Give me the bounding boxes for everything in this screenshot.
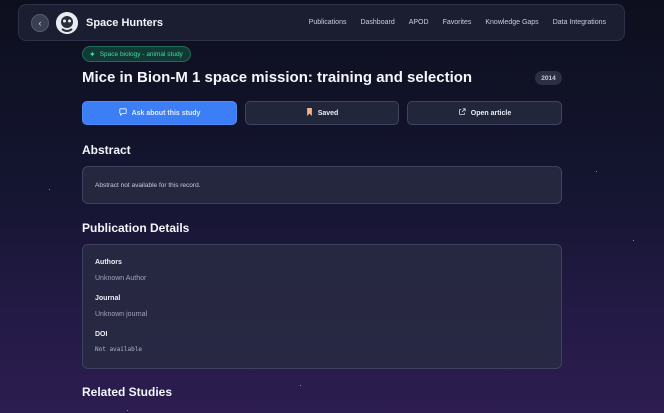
authors-label: Authors	[95, 259, 122, 266]
star	[596, 171, 597, 172]
journal-label: Journal	[95, 295, 121, 302]
bookmark-icon	[306, 108, 313, 118]
nav-link-dashboard[interactable]: Dashboard	[360, 19, 394, 26]
doi-label: DOI	[95, 331, 108, 338]
star	[49, 189, 50, 190]
saved-button-label: Saved	[317, 109, 339, 117]
star	[300, 385, 301, 386]
ask-button-label: Ask about this study	[131, 109, 201, 117]
abstract-text: Abstract not available for this record.	[95, 182, 201, 189]
category-tag: ✦ Space biology - animal study	[82, 46, 191, 62]
nav-link-data-integrations[interactable]: Data Integrations	[553, 19, 606, 26]
nav-link-publications[interactable]: Publications	[309, 19, 347, 26]
sparkle-icon: ✦	[89, 49, 96, 59]
year-badge: 2014	[535, 71, 562, 85]
brand-logo[interactable]	[56, 12, 78, 34]
nav-link-apod[interactable]: APOD	[409, 19, 429, 26]
nav-links: Publications Dashboard APOD Favorites Kn…	[295, 19, 606, 26]
abstract-heading: Abstract	[82, 143, 131, 157]
top-navbar: ‹ Space Hunters Publications Dashboard A…	[18, 4, 625, 41]
nav-link-favorites[interactable]: Favorites	[443, 19, 472, 26]
publication-details-heading: Publication Details	[82, 221, 190, 235]
saved-button[interactable]: Saved	[245, 101, 399, 125]
external-link-icon	[458, 108, 466, 118]
ask-about-study-button[interactable]: Ask about this study	[82, 101, 237, 125]
star	[127, 410, 128, 411]
page-title: Mice in Bion-M 1 space mission: training…	[82, 69, 473, 86]
brand-name[interactable]: Space Hunters	[86, 17, 163, 29]
open-article-button[interactable]: Open article	[407, 101, 562, 125]
category-tag-label: Space biology - animal study	[99, 50, 183, 58]
related-studies-heading: Related Studies	[82, 385, 173, 399]
star	[633, 240, 634, 241]
journal-value: Unknown journal	[95, 311, 148, 318]
doi-value: Not available	[95, 346, 142, 353]
back-button[interactable]: ‹	[31, 14, 49, 32]
open-article-label: Open article	[470, 109, 512, 117]
chat-bubble-icon	[118, 108, 127, 118]
chevron-left-icon: ‹	[38, 18, 42, 28]
nav-link-knowledge-gaps[interactable]: Knowledge Gaps	[485, 19, 538, 26]
authors-value: Unknown Author	[95, 275, 147, 282]
abstract-card: Abstract not available for this record.	[82, 166, 562, 204]
publication-details-card: Authors Unknown Author Journal Unknown j…	[82, 244, 562, 369]
